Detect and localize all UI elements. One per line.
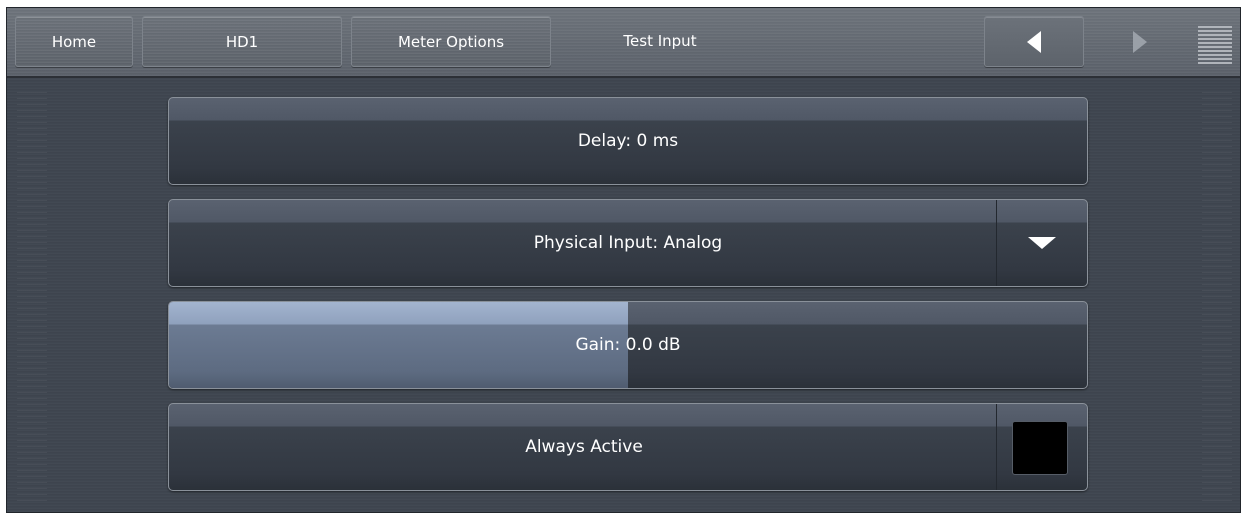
top-nav-bar: Home HD1 Meter Options Test Input bbox=[7, 8, 1240, 78]
gain-slider[interactable]: Gain: 0.0 dB bbox=[168, 301, 1088, 389]
checkbox-section[interactable] bbox=[996, 404, 1087, 490]
triangle-left-icon bbox=[1027, 30, 1041, 53]
dropdown-triangle-icon bbox=[1028, 237, 1056, 249]
always-active-checkbox[interactable] bbox=[1012, 421, 1068, 475]
always-active-label: Always Active bbox=[525, 437, 643, 457]
previous-page-button[interactable] bbox=[984, 16, 1084, 67]
right-decoration bbox=[1202, 92, 1232, 502]
next-page-button[interactable] bbox=[1094, 16, 1184, 67]
dropdown-toggle[interactable] bbox=[996, 200, 1087, 286]
menu-lines-icon[interactable] bbox=[1198, 26, 1232, 66]
tab-meter-options[interactable]: Meter Options bbox=[351, 16, 551, 67]
app-window: Home HD1 Meter Options Test Input Delay:… bbox=[6, 7, 1241, 513]
delay-control[interactable]: Delay: 0 ms bbox=[168, 97, 1088, 185]
always-active-toggle[interactable]: Always Active bbox=[168, 403, 1088, 491]
gain-label: Gain: 0.0 dB bbox=[575, 335, 681, 355]
tab-test-input[interactable]: Test Input bbox=[560, 16, 760, 67]
left-decoration bbox=[17, 92, 47, 502]
physical-input-dropdown[interactable]: Physical Input: Analog bbox=[168, 199, 1088, 287]
triangle-right-icon bbox=[1133, 30, 1147, 53]
tab-home[interactable]: Home bbox=[15, 16, 133, 67]
delay-label: Delay: 0 ms bbox=[577, 131, 679, 151]
physical-input-label: Physical Input: Analog bbox=[533, 233, 723, 253]
tab-hd1[interactable]: HD1 bbox=[142, 16, 342, 67]
